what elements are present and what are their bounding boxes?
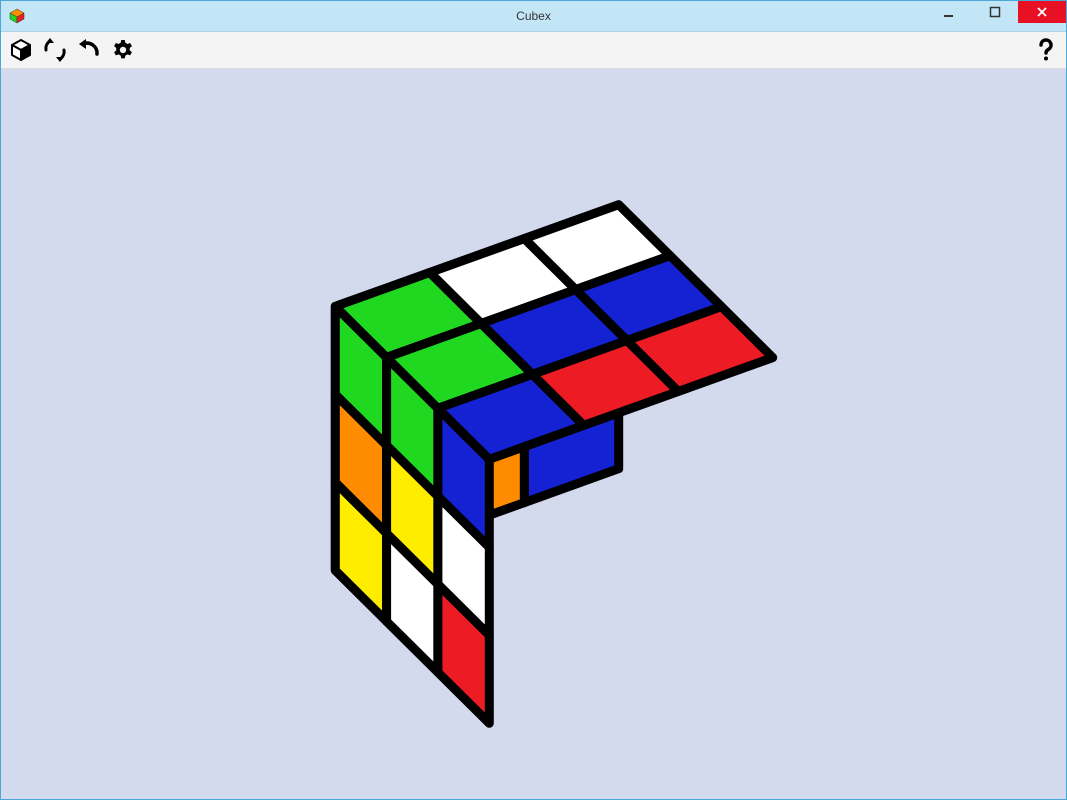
toolbar bbox=[1, 32, 1066, 69]
new-cube-button[interactable] bbox=[7, 36, 35, 64]
app-icon bbox=[9, 8, 25, 24]
maximize-button[interactable] bbox=[972, 1, 1018, 23]
cube-canvas[interactable] bbox=[1, 69, 1066, 799]
rubiks-cube[interactable] bbox=[254, 134, 814, 734]
window-buttons bbox=[926, 1, 1066, 31]
close-button[interactable] bbox=[1018, 1, 1066, 23]
undo-button[interactable] bbox=[75, 36, 103, 64]
app-window: Cubex bbox=[0, 0, 1067, 800]
shuffle-button[interactable] bbox=[41, 36, 69, 64]
minimize-button[interactable] bbox=[926, 1, 972, 23]
window-title: Cubex bbox=[1, 9, 1066, 23]
titlebar: Cubex bbox=[1, 1, 1066, 32]
help-button[interactable] bbox=[1032, 36, 1060, 64]
settings-button[interactable] bbox=[109, 36, 137, 64]
